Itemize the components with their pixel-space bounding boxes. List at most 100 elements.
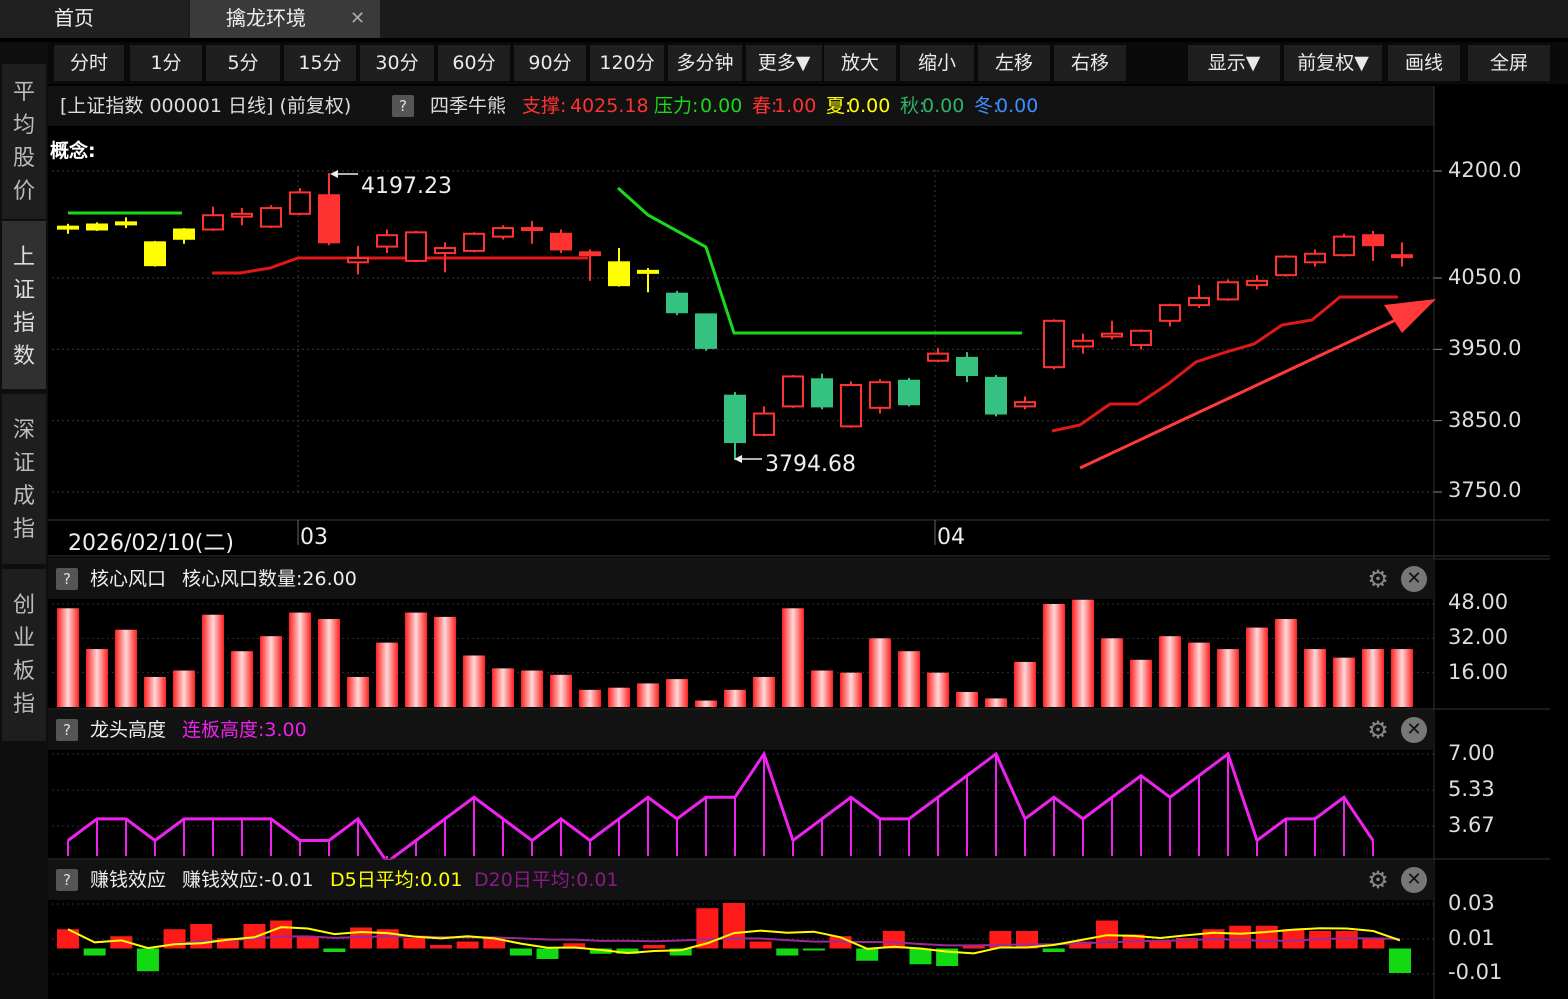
money-bar (403, 938, 426, 949)
dragon-help-icon[interactable]: ? (56, 719, 78, 741)
core-bar (579, 689, 601, 707)
money-bar (270, 920, 293, 949)
dragon-close-icon[interactable]: ✕ (1401, 717, 1427, 743)
money-bar (1282, 929, 1305, 949)
candle-body (115, 221, 137, 226)
candle-body (927, 352, 949, 362)
money-panel-header: ? 赚钱效应 赚钱效应:-0.01 D5日平均:0.01 D20日平均:0.01 (48, 860, 1434, 900)
core-bar (1188, 642, 1210, 707)
candle-body (144, 241, 166, 267)
candle-body (318, 194, 340, 244)
core-bar (318, 619, 340, 707)
core-tick-48: 48.00 (1448, 590, 1509, 614)
candle-body (405, 231, 427, 262)
candle-body (289, 191, 311, 215)
money-bar (1389, 948, 1411, 973)
money-settings-gear-icon[interactable]: ⚙ (1365, 867, 1391, 893)
core-bar (115, 629, 137, 707)
core-bar (289, 612, 311, 707)
core-panel-header: ? 核心风口 核心风口数量:26.00 (48, 559, 1434, 599)
money-bar (536, 948, 559, 959)
candle-body (869, 381, 891, 409)
money-bar (429, 945, 452, 949)
dragon-height-line (67, 750, 1375, 865)
candle-body (521, 227, 543, 232)
money-tick-001: 0.01 (1448, 926, 1495, 950)
core-bar (1217, 649, 1239, 707)
candle-body (1217, 281, 1239, 301)
candle-body (231, 212, 253, 218)
core-bar (521, 670, 543, 707)
current-date: 2026/02/10(二) (68, 531, 234, 556)
candle-body (753, 412, 775, 436)
core-bar (869, 638, 891, 707)
money-bar (1149, 941, 1172, 949)
money-bar (323, 948, 346, 952)
candle-body (1333, 235, 1355, 257)
candle-body (550, 232, 572, 251)
candle-body (1362, 234, 1384, 247)
core-bar (1130, 659, 1152, 707)
dragon-panel-value: 连板高度:3.00 (182, 719, 307, 741)
price-tick-4050: 4050.0 (1448, 265, 1522, 289)
money-bar (776, 948, 799, 956)
core-bar (753, 676, 775, 707)
candle-body (695, 313, 717, 349)
money-close-icon[interactable]: ✕ (1401, 867, 1427, 893)
candle-body (57, 225, 79, 230)
month-label-04: 04 (937, 525, 965, 550)
price-tick-3850: 3850.0 (1448, 408, 1522, 432)
candle-body (1246, 279, 1268, 287)
core-close-icon[interactable]: ✕ (1401, 566, 1427, 592)
candle-body (666, 292, 688, 314)
candle-body (347, 257, 369, 264)
core-bar (608, 687, 630, 707)
core-help-icon[interactable]: ? (56, 568, 78, 590)
core-bar (1014, 661, 1036, 707)
core-bar (434, 616, 456, 707)
dragon-tick-367: 3.67 (1448, 813, 1495, 837)
money-panel-name: 赚钱效应 (90, 869, 167, 891)
core-bar (231, 651, 253, 707)
candle-body (1304, 252, 1326, 264)
money-help-icon[interactable]: ? (56, 869, 78, 891)
candle-body (1159, 304, 1181, 322)
money-bar (802, 948, 825, 951)
core-bar (260, 636, 282, 707)
candle-body (1391, 254, 1413, 259)
core-bar (550, 674, 572, 707)
money-bar (909, 948, 932, 965)
candle-body (1072, 339, 1094, 348)
candle-body (724, 394, 746, 444)
core-bar (1072, 599, 1094, 707)
candle-body (782, 375, 804, 408)
core-bar (724, 689, 746, 707)
money-bar (296, 936, 319, 949)
core-bar (782, 608, 804, 707)
candle-body (1014, 401, 1036, 408)
core-settings-gear-icon[interactable]: ⚙ (1365, 566, 1391, 592)
money-bar (856, 948, 879, 961)
core-bar (1362, 649, 1384, 707)
concept-label: 概念: (50, 140, 96, 162)
candle-body (1188, 296, 1210, 307)
core-bar (1246, 627, 1268, 707)
core-bar (927, 672, 949, 707)
core-bar (695, 700, 717, 707)
core-bar (1159, 636, 1181, 707)
candle-body (608, 261, 630, 287)
price-tick-3950: 3950.0 (1448, 336, 1522, 360)
candle-body (1130, 329, 1152, 347)
money-d20-value: D20日平均:0.01 (474, 869, 619, 891)
core-bar (202, 614, 224, 707)
dragon-panel-header: ? 龙头高度 连板高度:3.00 (48, 710, 1434, 750)
candle-body (579, 251, 601, 257)
core-bar (405, 612, 427, 707)
candle-body (985, 376, 1007, 415)
money-bar (136, 948, 159, 972)
kline-chart (48, 86, 1550, 999)
candle-body (463, 232, 485, 252)
core-bar (1275, 619, 1297, 707)
core-bar (1333, 657, 1355, 707)
dragon-settings-gear-icon[interactable]: ⚙ (1365, 717, 1391, 743)
